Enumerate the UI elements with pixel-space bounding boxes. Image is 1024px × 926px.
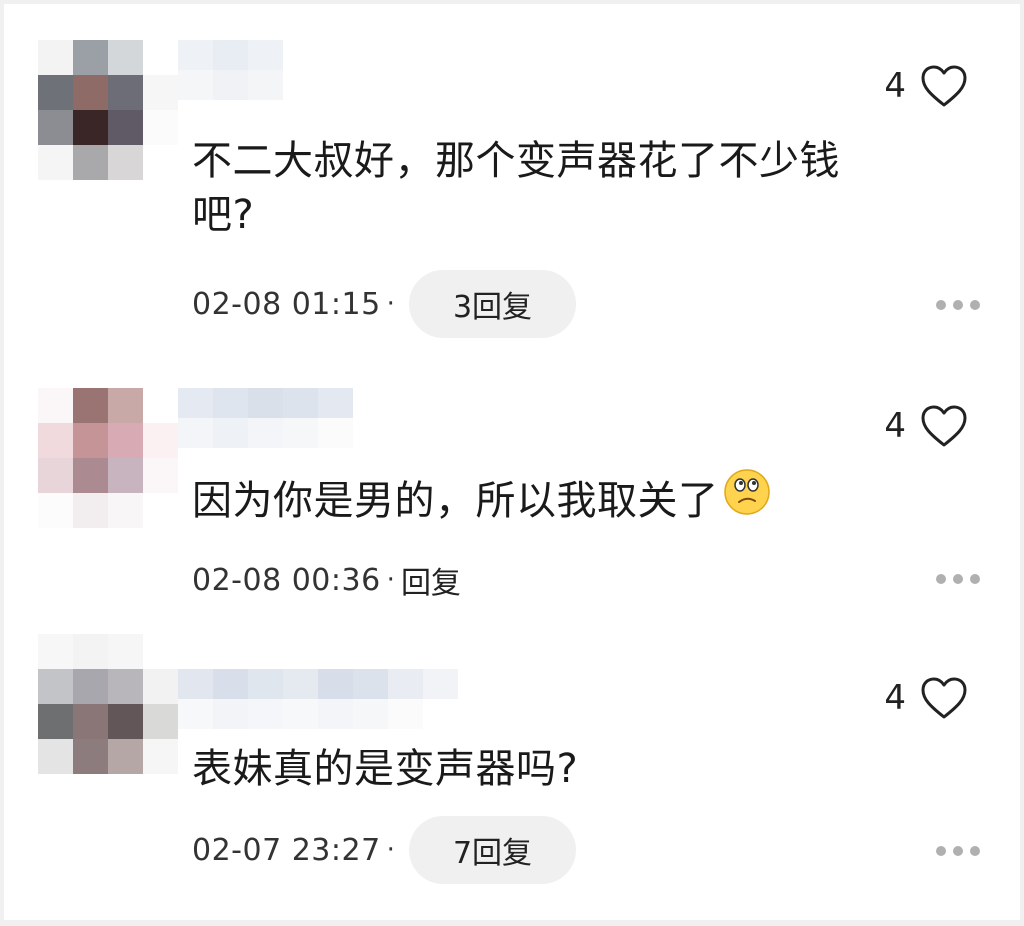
- separator: ·: [386, 835, 395, 865]
- comment-meta: 02-07 23:27 · 7回复: [192, 816, 577, 884]
- heart-icon[interactable]: [920, 676, 968, 720]
- like-count: 4: [884, 406, 906, 446]
- more-dots-icon[interactable]: [936, 300, 980, 310]
- timestamp: 02-08 00:36: [192, 562, 381, 598]
- avatar[interactable]: [38, 388, 178, 528]
- avatar[interactable]: [38, 40, 178, 180]
- avatar[interactable]: [38, 634, 178, 774]
- more-dots-icon[interactable]: [936, 574, 980, 584]
- comment-text: 表妹真的是变声器吗?: [192, 742, 952, 796]
- reply-button[interactable]: 7回复: [408, 816, 577, 884]
- comment-text-line: 表妹真的是变声器吗?: [192, 746, 579, 792]
- separator: ·: [386, 289, 395, 319]
- more-dots-icon[interactable]: [936, 846, 980, 856]
- comment-meta: 02-08 01:15 · 3回复: [192, 270, 577, 338]
- comments-panel: 4 不二大叔好，那个变声器花了不少钱 吧? 02-08 01:15 · 3回复: [4, 4, 1020, 920]
- like-count: 4: [884, 66, 906, 106]
- smiley-frown-emoji-icon: [723, 468, 771, 530]
- like-group[interactable]: 4: [884, 404, 968, 448]
- heart-icon[interactable]: [920, 64, 968, 108]
- like-group[interactable]: 4: [884, 64, 968, 108]
- username-blurred[interactable]: [178, 388, 353, 448]
- comment-text-line: 不二大叔好，那个变声器花了不少钱: [192, 138, 840, 184]
- heart-icon[interactable]: [920, 404, 968, 448]
- timestamp: 02-08 01:15: [192, 286, 381, 322]
- comment-text-line: 因为你是男的，所以我取关了: [192, 478, 719, 524]
- reply-button[interactable]: 3回复: [408, 270, 577, 338]
- username-blurred[interactable]: [178, 40, 283, 100]
- like-group[interactable]: 4: [884, 676, 968, 720]
- comment-text: 因为你是男的，所以我取关了: [192, 469, 952, 534]
- timestamp: 02-07 23:27: [192, 832, 381, 868]
- comment-text: 不二大叔好，那个变声器花了不少钱 吧?: [192, 134, 952, 242]
- reply-button[interactable]: 回复: [401, 558, 461, 602]
- username-blurred[interactable]: [178, 669, 458, 729]
- separator: ·: [386, 565, 395, 595]
- like-count: 4: [884, 678, 906, 718]
- comment-text-line: 吧?: [192, 192, 255, 238]
- comment-meta: 02-08 00:36 · 回复: [192, 558, 461, 602]
